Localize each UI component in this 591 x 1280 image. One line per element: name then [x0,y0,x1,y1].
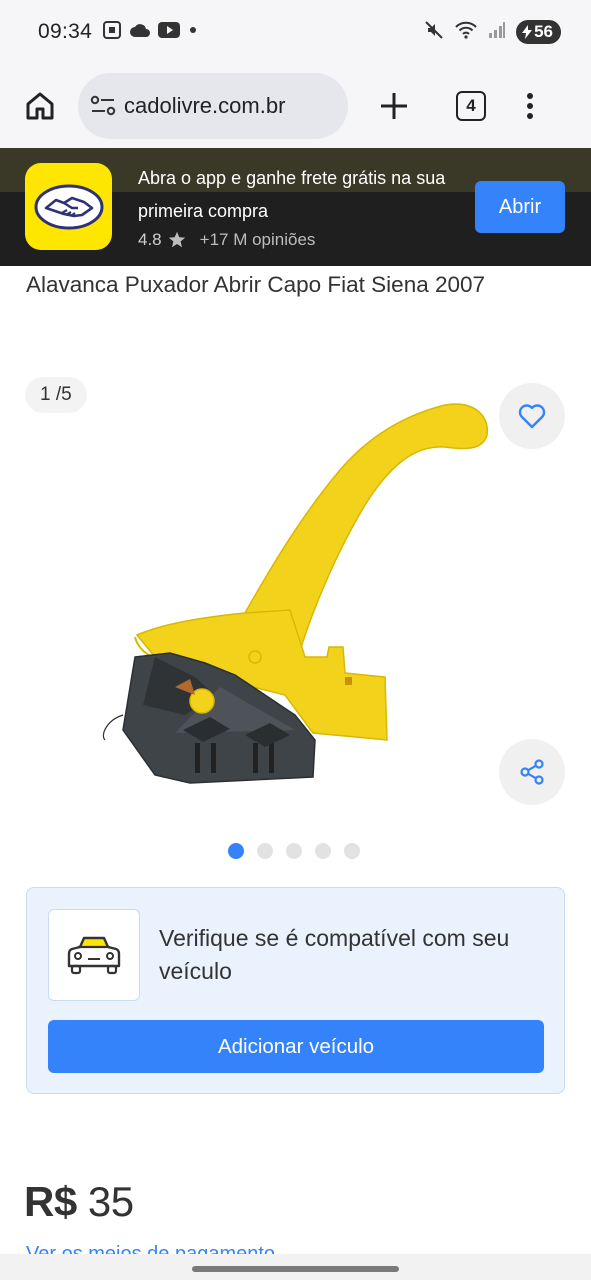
favorite-button[interactable] [499,383,565,449]
product-image[interactable] [95,395,495,795]
gallery-dot[interactable] [257,843,273,859]
share-icon [520,759,544,785]
screenshot-icon [102,20,122,45]
gallery-dot[interactable] [344,843,360,859]
heart-icon [518,404,546,429]
browser-menu-button[interactable] [520,86,540,126]
price-currency: R$ [24,1178,77,1225]
mute-icon [424,20,444,45]
gallery-dot[interactable] [228,843,244,859]
youtube-icon [158,21,181,43]
system-navigation-bar [0,1254,591,1280]
open-app-button[interactable]: Abrir [475,181,565,233]
gallery-pagination [228,843,360,859]
address-bar[interactable]: cadolivre.com.br [78,73,348,139]
rating-score: 4.8 [138,230,162,249]
battery-icon: 56 [516,20,561,44]
price: R$ 35 [24,1178,134,1226]
tab-switcher-button[interactable]: 4 [456,91,486,121]
gallery-dot[interactable] [315,843,331,859]
browser-toolbar: cadolivre.com.br 4 [0,64,591,148]
share-button[interactable] [499,739,565,805]
vehicle-icon-box [48,909,140,1001]
app-rating: 4.8 +17 M opiniões [138,230,315,250]
signal-icon [488,21,506,44]
gallery-dot[interactable] [286,843,302,859]
status-time: 09:34 [38,20,93,43]
cloud-icon [129,22,151,43]
gesture-handle[interactable] [192,1266,399,1272]
price-amount: 35 [87,1178,134,1225]
wifi-icon [454,20,478,45]
product-title: Alavanca Puxador Abrir Capo Fiat Siena 2… [26,272,486,297]
gallery-counter: 1 /5 [25,377,87,413]
app-install-banner: Abra o app e ganhe frete grátis na sua p… [0,148,591,266]
review-count: +17 M opiniões [199,230,316,249]
add-vehicle-button[interactable]: Adicionar veículo [48,1020,544,1073]
url-text: cadolivre.com.br [124,93,286,118]
plus-icon [381,93,407,119]
car-icon [67,936,121,975]
banner-message: Abra o app e ganhe frete grátis na sua p… [138,168,446,221]
more-vert-icon [527,93,533,119]
battery-level: 56 [534,22,553,41]
status-bar: 09:34 56 [0,0,591,64]
star-icon [168,231,185,248]
new-tab-button[interactable] [374,86,414,126]
dot-icon [187,23,199,41]
site-settings-icon[interactable] [90,95,116,117]
compatibility-text: Verifique se é compatível com seu veícul… [159,925,510,984]
home-button[interactable] [20,86,60,126]
home-icon [26,92,54,120]
compatibility-card: Verifique se é compatível com seu veícul… [26,887,565,1094]
mercadolivre-logo [25,163,112,250]
